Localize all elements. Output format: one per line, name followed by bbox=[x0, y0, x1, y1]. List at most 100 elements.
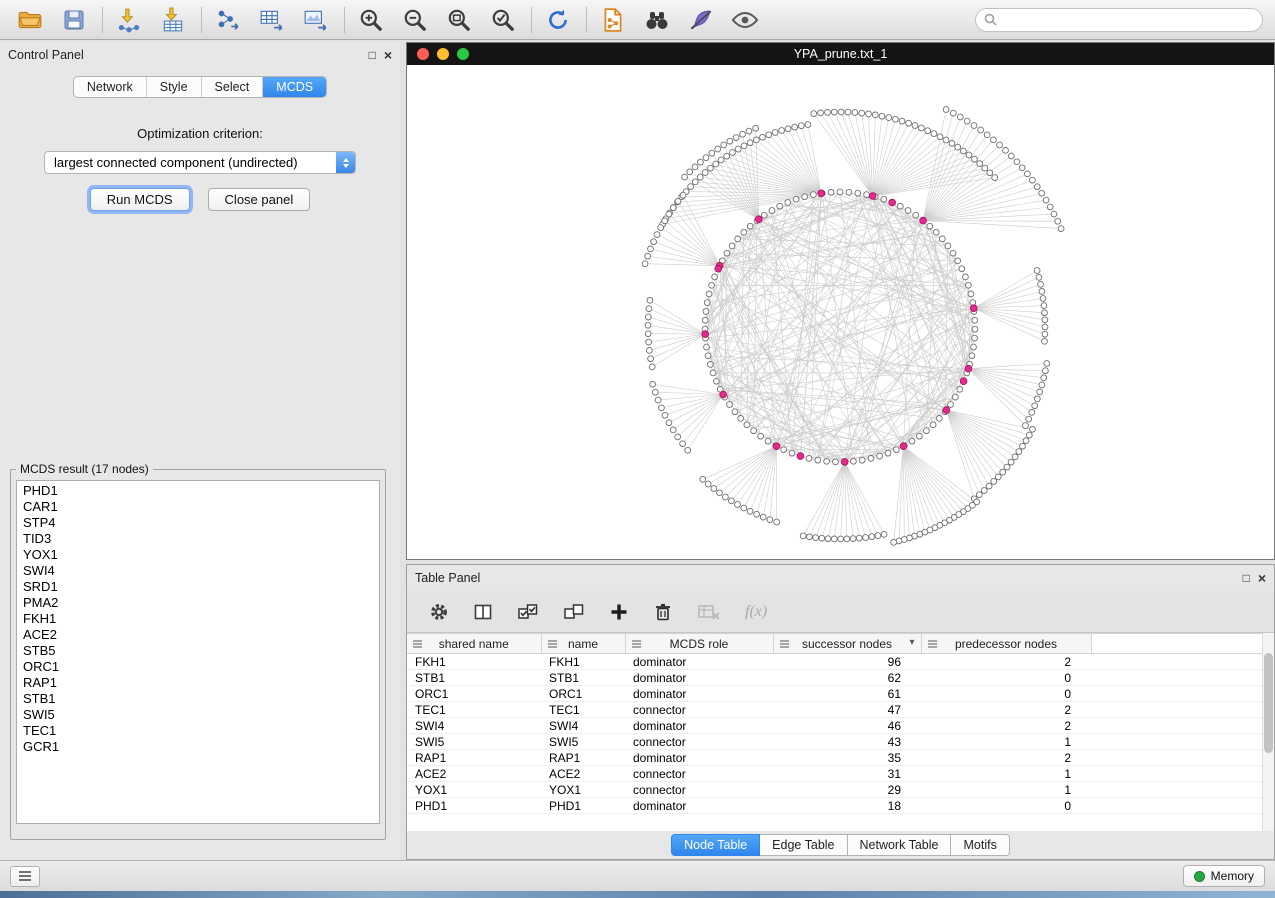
minimize-window-icon[interactable] bbox=[437, 48, 449, 60]
cell-shared-name[interactable]: PHD1 bbox=[407, 798, 541, 814]
open-session-button[interactable] bbox=[12, 4, 48, 36]
export-network-button[interactable] bbox=[210, 4, 246, 36]
cell-shared-name[interactable]: RAP1 bbox=[407, 750, 541, 766]
cell-name[interactable]: TEC1 bbox=[541, 702, 625, 718]
mcds-node-item[interactable]: PMA2 bbox=[23, 595, 373, 611]
refresh-button[interactable] bbox=[540, 4, 576, 36]
table-settings-button[interactable] bbox=[429, 602, 449, 622]
table-scrollbar-thumb[interactable] bbox=[1264, 653, 1273, 753]
table-scrollbar[interactable] bbox=[1262, 633, 1274, 831]
cell-name[interactable]: ACE2 bbox=[541, 766, 625, 782]
cell-mcds-role[interactable]: dominator bbox=[625, 718, 773, 734]
cell-predecessor-nodes[interactable]: 2 bbox=[921, 750, 1091, 766]
table-row[interactable]: FKH1FKH1dominator962 bbox=[407, 654, 1274, 670]
mcds-node-item[interactable]: SWI4 bbox=[23, 563, 373, 579]
column-header-predecessor-nodes[interactable]: predecessor nodes bbox=[921, 634, 1091, 654]
cell-successor-nodes[interactable]: 18 bbox=[773, 798, 921, 814]
cell-successor-nodes[interactable]: 35 bbox=[773, 750, 921, 766]
mcds-node-item[interactable]: ORC1 bbox=[23, 659, 373, 675]
tab-style[interactable]: Style bbox=[146, 77, 201, 97]
column-header-shared-name[interactable]: shared name bbox=[407, 634, 541, 654]
mcds-result-list[interactable]: PHD1CAR1STP4TID3YOX1SWI4SRD1PMA2FKH1ACE2… bbox=[16, 480, 380, 824]
search-field[interactable] bbox=[975, 8, 1263, 32]
search-input[interactable] bbox=[1003, 13, 1254, 27]
tab-edge-table[interactable]: Edge Table bbox=[760, 834, 847, 856]
mcds-node-item[interactable]: STB5 bbox=[23, 643, 373, 659]
mcds-node-item[interactable]: PHD1 bbox=[23, 483, 373, 499]
table-row[interactable]: YOX1YOX1connector291 bbox=[407, 782, 1274, 798]
zoom-fit-button[interactable] bbox=[441, 4, 477, 36]
zoom-out-button[interactable] bbox=[397, 4, 433, 36]
show-hide-graphics-button[interactable] bbox=[727, 4, 763, 36]
mcds-node-item[interactable]: YOX1 bbox=[23, 547, 373, 563]
show-columns-button[interactable] bbox=[473, 602, 493, 622]
cell-shared-name[interactable]: TEC1 bbox=[407, 702, 541, 718]
cell-predecessor-nodes[interactable]: 0 bbox=[921, 798, 1091, 814]
mcds-node-item[interactable]: TID3 bbox=[23, 531, 373, 547]
cell-mcds-role[interactable]: connector bbox=[625, 734, 773, 750]
cell-name[interactable]: FKH1 bbox=[541, 654, 625, 670]
import-network-button[interactable] bbox=[111, 4, 147, 36]
tab-network[interactable]: Network bbox=[74, 77, 146, 97]
cell-predecessor-nodes[interactable]: 2 bbox=[921, 702, 1091, 718]
run-mcds-button[interactable]: Run MCDS bbox=[90, 188, 190, 211]
function-builder-button[interactable]: f(x) bbox=[745, 603, 767, 621]
memory-button[interactable]: Memory bbox=[1183, 865, 1265, 887]
close-panel-button[interactable]: Close panel bbox=[208, 188, 311, 211]
cell-predecessor-nodes[interactable]: 1 bbox=[921, 766, 1091, 782]
table-row[interactable]: SWI5SWI5connector431 bbox=[407, 734, 1274, 750]
close-panel-icon[interactable]: × bbox=[384, 49, 392, 61]
cell-successor-nodes[interactable]: 31 bbox=[773, 766, 921, 782]
cell-mcds-role[interactable]: dominator bbox=[625, 670, 773, 686]
cell-successor-nodes[interactable]: 61 bbox=[773, 686, 921, 702]
cell-shared-name[interactable]: FKH1 bbox=[407, 654, 541, 670]
maximize-window-icon[interactable] bbox=[457, 48, 469, 60]
cell-name[interactable]: SWI5 bbox=[541, 734, 625, 750]
cell-shared-name[interactable]: SWI5 bbox=[407, 734, 541, 750]
close-window-icon[interactable] bbox=[417, 48, 429, 60]
zoom-in-button[interactable] bbox=[353, 4, 389, 36]
table-row[interactable]: RAP1RAP1dominator352 bbox=[407, 750, 1274, 766]
cell-name[interactable]: ORC1 bbox=[541, 686, 625, 702]
cell-mcds-role[interactable]: connector bbox=[625, 766, 773, 782]
cell-predecessor-nodes[interactable]: 0 bbox=[921, 670, 1091, 686]
cell-shared-name[interactable]: SWI4 bbox=[407, 718, 541, 734]
column-header-successor-nodes[interactable]: successor nodes▾ bbox=[773, 634, 921, 654]
table-row[interactable]: SWI4SWI4dominator462 bbox=[407, 718, 1274, 734]
cell-predecessor-nodes[interactable]: 0 bbox=[921, 686, 1091, 702]
cell-name[interactable]: RAP1 bbox=[541, 750, 625, 766]
cell-mcds-role[interactable]: connector bbox=[625, 782, 773, 798]
delete-row-button[interactable] bbox=[653, 602, 673, 622]
export-table-button[interactable] bbox=[254, 4, 290, 36]
cell-name[interactable]: PHD1 bbox=[541, 798, 625, 814]
clear-table-button[interactable] bbox=[697, 602, 721, 622]
mcds-node-item[interactable]: SWI5 bbox=[23, 707, 373, 723]
mcds-node-item[interactable]: STP4 bbox=[23, 515, 373, 531]
cell-successor-nodes[interactable]: 47 bbox=[773, 702, 921, 718]
table-row[interactable]: STB1STB1dominator620 bbox=[407, 670, 1274, 686]
network-canvas[interactable] bbox=[407, 65, 1274, 559]
column-header-mcds-role[interactable]: MCDS role bbox=[625, 634, 773, 654]
cell-shared-name[interactable]: YOX1 bbox=[407, 782, 541, 798]
tab-select[interactable]: Select bbox=[201, 77, 263, 97]
cell-successor-nodes[interactable]: 43 bbox=[773, 734, 921, 750]
sort-caret-icon[interactable]: ▾ bbox=[909, 637, 914, 648]
mcds-node-item[interactable]: STB1 bbox=[23, 691, 373, 707]
cell-name[interactable]: SWI4 bbox=[541, 718, 625, 734]
mcds-node-item[interactable]: RAP1 bbox=[23, 675, 373, 691]
cell-shared-name[interactable]: ORC1 bbox=[407, 686, 541, 702]
cell-predecessor-nodes[interactable]: 1 bbox=[921, 782, 1091, 798]
tab-mcds[interactable]: MCDS bbox=[262, 77, 326, 97]
export-image-button[interactable] bbox=[298, 4, 334, 36]
cell-predecessor-nodes[interactable]: 2 bbox=[921, 654, 1091, 670]
zoom-selected-button[interactable] bbox=[485, 4, 521, 36]
network-window-titlebar[interactable]: YPA_prune.txt_1 bbox=[407, 43, 1274, 65]
cell-successor-nodes[interactable]: 29 bbox=[773, 782, 921, 798]
save-session-button[interactable] bbox=[56, 4, 92, 36]
table-row[interactable]: TEC1TEC1connector472 bbox=[407, 702, 1274, 718]
cell-name[interactable]: STB1 bbox=[541, 670, 625, 686]
mcds-node-item[interactable]: ACE2 bbox=[23, 627, 373, 643]
cell-predecessor-nodes[interactable]: 1 bbox=[921, 734, 1091, 750]
cell-mcds-role[interactable]: dominator bbox=[625, 686, 773, 702]
select-all-button[interactable] bbox=[517, 602, 539, 622]
